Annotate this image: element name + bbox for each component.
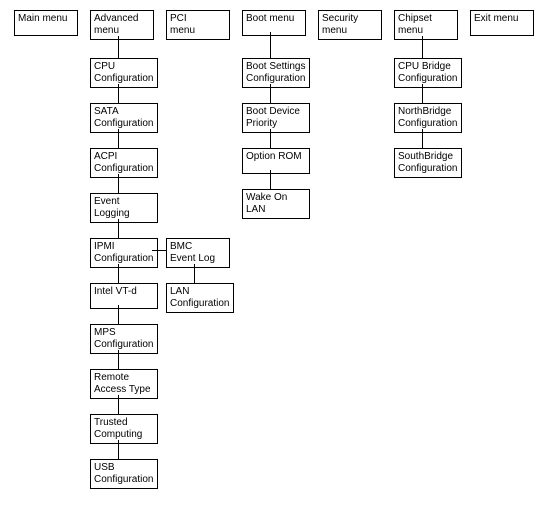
connector [118,174,119,193]
node-mps-config: MPS Configuration [90,324,158,354]
connector [118,129,119,148]
connector [270,170,271,189]
connector [152,250,166,251]
connector [194,264,195,283]
connector [118,350,119,369]
node-southbridge: SouthBridge Configuration [394,148,462,178]
connector [118,264,119,283]
node-lan-config: LAN Configuration [166,283,234,313]
connector [422,36,423,58]
node-main-menu: Main menu [14,10,78,36]
node-bmc-event-log: BMC Event Log [166,238,230,268]
node-wake-on-lan: Wake On LAN [242,189,310,219]
connector [118,305,119,324]
connector [118,84,119,103]
node-cpu-config: CPU Configuration [90,58,158,88]
connector [118,395,119,414]
node-security-menu: Security menu [318,10,382,40]
node-sata-config: SATA Configuration [90,103,158,133]
diagram-canvas: Main menu Advanced menu PCI menu Boot me… [0,0,549,512]
node-acpi-config: ACPI Configuration [90,148,158,178]
connector [422,84,423,103]
node-option-rom: Option ROM [242,148,310,174]
node-boot-menu: Boot menu [242,10,306,36]
connector [422,129,423,148]
node-trusted-computing: Trusted Computing [90,414,158,444]
node-advanced-menu: Advanced menu [90,10,154,40]
connector [270,84,271,103]
node-usb-config: USB Configuration [90,459,158,489]
node-boot-device: Boot Device Priority [242,103,310,133]
node-intel-vtd: Intel VT-d [90,283,158,309]
node-exit-menu: Exit menu [470,10,534,36]
connector [118,219,119,238]
connector [118,36,119,58]
node-pci-menu: PCI menu [166,10,230,40]
node-remote-access: Remote Access Type [90,369,158,399]
node-boot-settings: Boot Settings Configuration [242,58,310,88]
connector [118,440,119,459]
node-event-logging: Event Logging [90,193,158,223]
node-chipset-menu: Chipset menu [394,10,458,40]
connector [270,32,271,58]
connector [270,129,271,148]
node-northbridge: NorthBridge Configuration [394,103,462,133]
node-cpu-bridge: CPU Bridge Configuration [394,58,462,88]
node-ipmi-config: IPMI Configuration [90,238,158,268]
